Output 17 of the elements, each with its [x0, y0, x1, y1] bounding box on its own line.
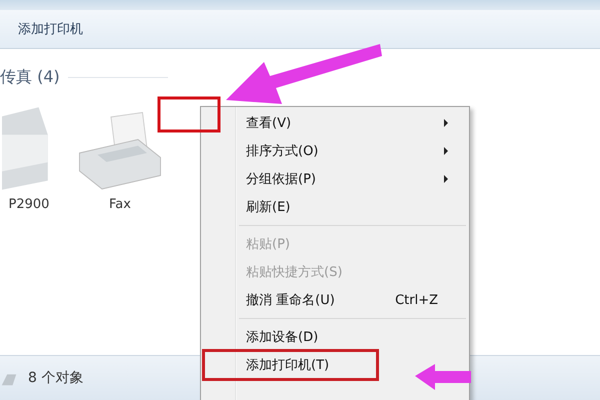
menu-item[interactable]: 刷新(E) — [204, 193, 466, 221]
add-printer-button[interactable]: 添加打印机 — [10, 16, 91, 42]
submenu-arrow-icon — [444, 175, 448, 183]
submenu-arrow-icon — [444, 119, 448, 127]
menu-item[interactable]: 撤消 重命名(U) Ctrl+Z — [204, 286, 466, 314]
device-label[interactable]: P2900 — [8, 197, 50, 212]
menu-item[interactable]: 添加打印机(T) — [204, 351, 377, 379]
menu-item[interactable]: 排序方式(O) — [204, 137, 466, 165]
menu-item[interactable]: 添加设备(D) — [204, 323, 466, 351]
group-heading: 传真 (4) — [0, 67, 60, 88]
status-text: 8 个对象 — [28, 369, 84, 387]
menu-item[interactable]: 查看(V) — [204, 109, 466, 137]
menu-item[interactable]: 分组依据(P) — [204, 165, 466, 193]
highlight-box — [157, 96, 221, 133]
arrow — [413, 362, 473, 392]
submenu-arrow-icon — [444, 147, 448, 155]
device-label[interactable]: Fax — [109, 197, 131, 212]
